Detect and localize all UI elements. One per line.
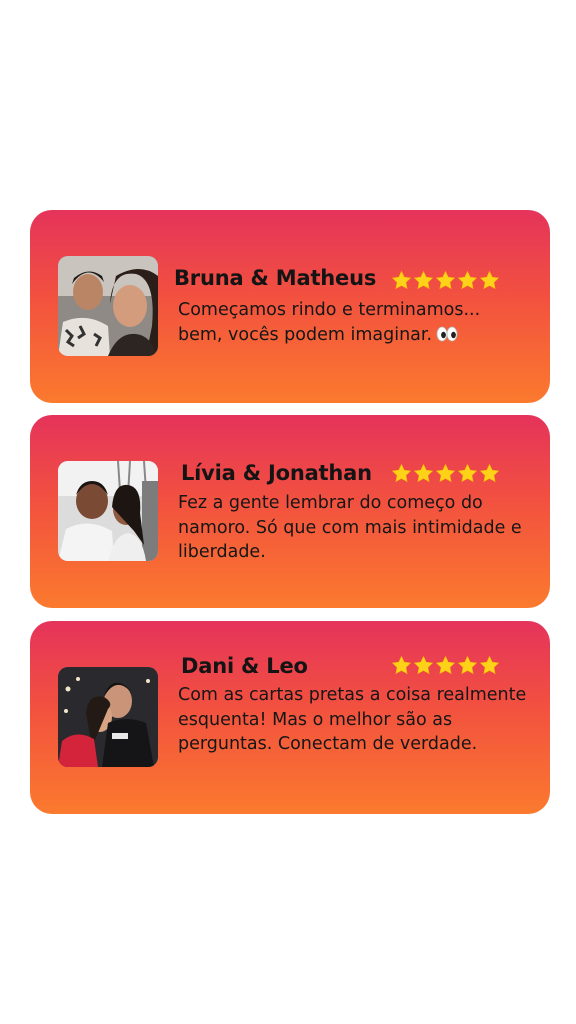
star-icon: [391, 270, 412, 291]
star-icon: [413, 463, 434, 484]
review-card: Lívia & Jonathan Fez a gente lembrar do …: [30, 415, 550, 608]
star-icon: [457, 463, 478, 484]
review-text: Começamos rindo e terminamos... bem, voc…: [178, 298, 528, 347]
review-text-body: Começamos rindo e terminamos... bem, voc…: [178, 300, 481, 345]
review-card: Dani & Leo Com as cartas pretas a coisa …: [30, 621, 550, 814]
eyes-emoji-icon: [436, 326, 458, 341]
reviewer-name: Lívia & Jonathan: [181, 461, 372, 485]
review-card: Bruna & Matheus Começamos rindo e termin…: [30, 210, 550, 403]
star-icon: [479, 270, 500, 291]
star-icon: [479, 463, 500, 484]
couple-photo: [58, 256, 158, 356]
rating-stars: [391, 655, 500, 676]
star-icon: [479, 655, 500, 676]
star-icon: [413, 270, 434, 291]
star-icon: [435, 655, 456, 676]
couple-photo: [58, 667, 158, 767]
reviewer-name: Dani & Leo: [181, 654, 308, 678]
star-icon: [457, 655, 478, 676]
star-icon: [435, 270, 456, 291]
rating-stars: [391, 270, 500, 291]
review-text: Com as cartas pretas a coisa realmente e…: [178, 685, 527, 754]
star-icon: [413, 655, 434, 676]
star-icon: [457, 270, 478, 291]
star-icon: [391, 655, 412, 676]
couple-photo: [58, 461, 158, 561]
rating-stars: [391, 463, 500, 484]
reviewer-name: Bruna & Matheus: [174, 266, 377, 290]
star-icon: [391, 463, 412, 484]
star-icon: [435, 463, 456, 484]
review-text: Fez a gente lembrar do começo do namoro.…: [178, 493, 522, 562]
